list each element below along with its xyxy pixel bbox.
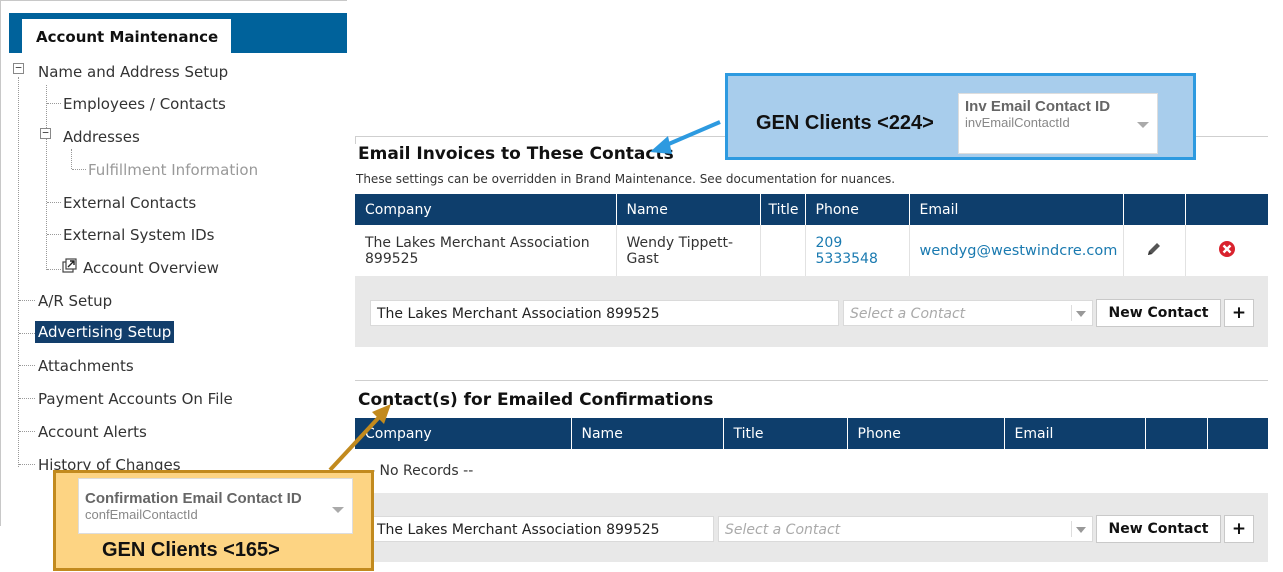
col-header-company[interactable]: Company	[355, 194, 617, 225]
tree-item-attachments[interactable]: Attachments	[38, 357, 134, 375]
col-header-company[interactable]: Company	[355, 418, 572, 449]
tree-item-account-alerts[interactable]: Account Alerts	[38, 423, 147, 441]
cell-name: Wendy Tippett-Gast	[616, 225, 761, 276]
new-contact-button[interactable]: New Contact	[1096, 299, 1221, 327]
tree-item-ar-setup[interactable]: A/R Setup	[38, 292, 112, 310]
callout-label-blue: GEN Clients <224>	[756, 112, 934, 134]
mini-select-title: Confirmation Email Contact ID	[85, 490, 302, 507]
table-row: -- No Records --	[355, 449, 1268, 493]
no-records-message: -- No Records --	[365, 463, 474, 479]
delete-circle-icon[interactable]	[1218, 240, 1236, 258]
confirmations-contact-select[interactable]: Select a Contact	[718, 516, 1093, 542]
col-header-title[interactable]: Title	[723, 418, 848, 449]
delete-cell	[1185, 225, 1268, 276]
tree-item-employees[interactable]: Employees / Contacts	[63, 95, 226, 113]
collapse-toggle-addresses[interactable]: −	[40, 127, 51, 139]
inv-email-callout: GEN Clients <224> Inv Email Contact ID i…	[725, 73, 1196, 160]
confirmations-company-field[interactable]: The Lakes Merchant Association 899525	[370, 516, 714, 542]
contact-select-placeholder: Select a Contact	[725, 522, 841, 538]
confirmations-section-title: Contact(s) for Emailed Confirmations	[358, 390, 714, 410]
chevron-down-icon	[1137, 122, 1149, 128]
contact-select-placeholder: Select a Contact	[850, 306, 966, 322]
invoices-note: These settings can be overridden in Bran…	[356, 172, 896, 186]
tree-item-addresses[interactable]: Addresses	[63, 128, 140, 146]
add-contact-button[interactable]: +	[1224, 515, 1254, 543]
tree-item-name-address[interactable]: Name and Address Setup	[38, 63, 228, 81]
inv-email-contact-select: Inv Email Contact ID invEmailContactId	[958, 93, 1158, 154]
mini-select-title: Inv Email Contact ID	[965, 98, 1111, 115]
external-link-icon	[62, 258, 77, 273]
conf-email-contact-select: Confirmation Email Contact ID confEmailC…	[78, 478, 353, 534]
tree-item-fulfillment[interactable]: Fulfillment Information	[88, 161, 258, 179]
col-header-delete	[1207, 418, 1269, 449]
cell-phone[interactable]: 209 5333548	[805, 225, 910, 276]
tree-header-bar: Account Maintenance	[9, 13, 347, 53]
table-row: The Lakes Merchant Association 899525 We…	[355, 225, 1268, 276]
cell-title	[760, 225, 806, 276]
account-maintenance-tab[interactable]: Account Maintenance	[22, 19, 231, 53]
col-header-email[interactable]: Email	[1004, 418, 1146, 449]
edit-cell	[1123, 225, 1186, 276]
col-header-delete	[1185, 194, 1269, 225]
invoices-contact-select[interactable]: Select a Contact	[843, 300, 1093, 326]
tree-item-external-contacts[interactable]: External Contacts	[63, 194, 196, 212]
chevron-down-icon	[332, 507, 344, 513]
mini-select-sub: confEmailContactId	[85, 507, 198, 522]
col-header-phone[interactable]: Phone	[805, 194, 910, 225]
invoices-section-title: Email Invoices to These Contacts	[358, 144, 674, 164]
pencil-icon[interactable]	[1145, 240, 1163, 258]
col-header-name[interactable]: Name	[616, 194, 761, 225]
add-contact-button[interactable]: +	[1224, 299, 1254, 327]
cell-company: The Lakes Merchant Association 899525	[355, 225, 617, 276]
collapse-toggle-name-address[interactable]: −	[13, 62, 24, 74]
col-header-edit	[1123, 194, 1186, 225]
account-tree-panel: Account Maintenance − Name and Address S…	[0, 0, 347, 526]
col-header-edit	[1145, 418, 1208, 449]
tree-item-account-overview[interactable]: Account Overview	[83, 259, 219, 277]
tree-item-payment-accounts[interactable]: Payment Accounts On File	[38, 390, 233, 408]
col-header-phone[interactable]: Phone	[847, 418, 1005, 449]
col-header-email[interactable]: Email	[909, 194, 1124, 225]
invoices-table: Company Name Title Phone Email The Lakes…	[355, 194, 1269, 276]
col-header-title[interactable]: Title	[760, 194, 806, 225]
chevron-down-icon	[1076, 527, 1086, 533]
mini-select-sub: invEmailContactId	[965, 115, 1070, 130]
col-header-name[interactable]: Name	[571, 418, 724, 449]
confirmations-table: Company Name Title Phone Email -- No Rec…	[355, 418, 1269, 493]
tree-item-advertising-setup[interactable]: Advertising Setup	[35, 321, 175, 343]
chevron-down-icon	[1076, 311, 1086, 317]
conf-email-callout: Confirmation Email Contact ID confEmailC…	[53, 470, 374, 571]
callout-label-gold: GEN Clients <165>	[102, 539, 280, 561]
cell-email[interactable]: wendyg@westwindcre.com	[909, 225, 1124, 276]
tree-item-external-ids[interactable]: External System IDs	[63, 226, 215, 244]
new-contact-button[interactable]: New Contact	[1096, 515, 1221, 543]
invoices-company-field[interactable]: The Lakes Merchant Association 899525	[370, 300, 839, 326]
